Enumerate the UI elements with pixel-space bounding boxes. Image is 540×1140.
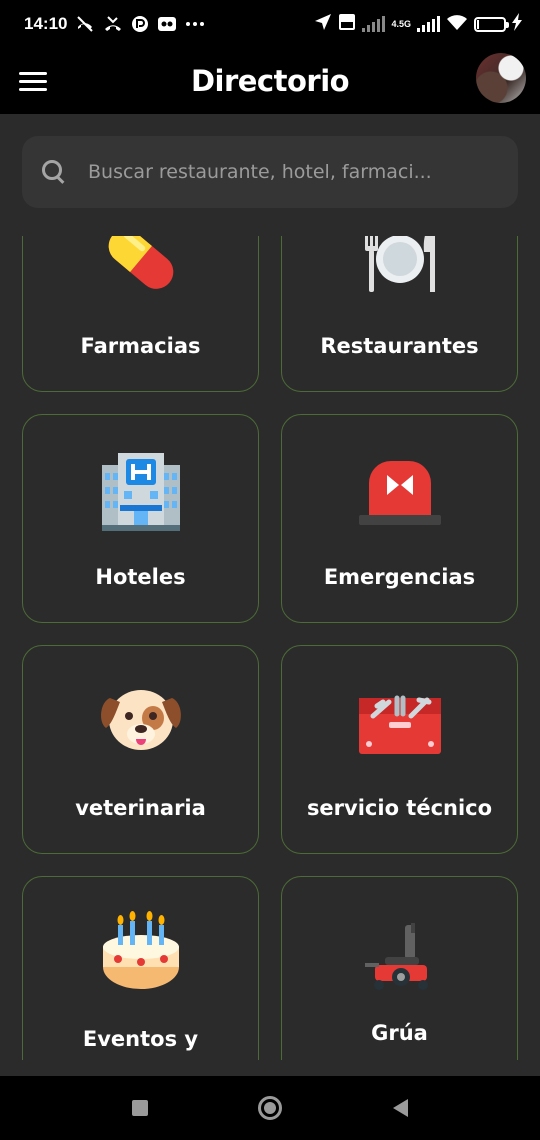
charging-bolt-icon	[512, 13, 522, 35]
category-label: Farmacias	[80, 334, 201, 358]
avatar[interactable]	[476, 53, 526, 103]
category-label: veterinaria	[75, 796, 206, 820]
category-label: Eventos y	[82, 1027, 199, 1051]
category-label: Emergencias	[323, 565, 476, 589]
system-nav-bar	[0, 1076, 540, 1140]
hotel-icon	[96, 445, 186, 535]
app-notification-icon	[131, 15, 149, 33]
page-title: Directorio	[190, 64, 350, 98]
media-icon	[157, 15, 177, 33]
back-button[interactable]	[385, 1093, 415, 1123]
more-notifications-icon	[185, 15, 205, 33]
category-card-veterinaria[interactable]: veterinaria	[22, 645, 259, 854]
status-time: 14:10	[24, 14, 68, 33]
system-status-icons: 4.5G 7	[314, 13, 522, 35]
muted-call-icon	[75, 15, 95, 33]
volte-icon	[338, 13, 356, 35]
category-grid: Farmacias Restaurantes Hoteles Emergenci…	[22, 236, 518, 1060]
home-button[interactable]	[255, 1093, 285, 1123]
toolbox-icon	[355, 676, 445, 766]
category-label: Hoteles	[95, 565, 186, 589]
search-placeholder: Buscar restaurante, hotel, farmaci...	[88, 161, 432, 183]
hamburger-menu-icon[interactable]	[16, 64, 50, 98]
home-circle-icon	[258, 1096, 282, 1120]
notification-icons	[75, 15, 205, 33]
siren-icon	[355, 445, 445, 535]
category-card-servicio-tecnico[interactable]: servicio técnico	[281, 645, 518, 854]
category-card-emergencias[interactable]: Emergencias	[281, 414, 518, 623]
battery-icon: 7	[474, 16, 509, 32]
category-card-grua[interactable]: Grúa	[281, 876, 518, 1060]
motorized-wheelchair-icon	[355, 921, 445, 997]
back-triangle-icon	[392, 1099, 408, 1117]
category-label: Grúa	[371, 1021, 428, 1045]
fork-knife-plate-icon	[355, 236, 445, 304]
signal-sim1-icon	[362, 16, 386, 32]
status-bar: 14:10 4.5G 7	[0, 0, 540, 48]
category-card-hoteles[interactable]: Hoteles	[22, 414, 259, 623]
category-label: servicio técnico	[306, 796, 493, 820]
recents-square-icon	[132, 1100, 148, 1116]
pill-icon	[96, 236, 186, 304]
app-bar: Directorio	[0, 48, 540, 114]
birthday-cake-icon	[96, 907, 186, 997]
category-card-restaurantes[interactable]: Restaurantes	[281, 236, 518, 392]
category-card-farmacias[interactable]: Farmacias	[22, 236, 259, 392]
main-content: Buscar restaurante, hotel, farmaci... Fa…	[0, 114, 540, 1076]
category-grid-viewport[interactable]: Farmacias Restaurantes Hoteles Emergenci…	[0, 236, 540, 1060]
category-card-eventos[interactable]: Eventos y	[22, 876, 259, 1060]
recents-button[interactable]	[125, 1093, 155, 1123]
network-type-label: 4.5G	[391, 18, 411, 29]
missed-call-icon	[103, 15, 123, 33]
wifi-icon	[446, 13, 468, 35]
search-input[interactable]: Buscar restaurante, hotel, farmaci...	[22, 136, 518, 208]
search-icon	[40, 158, 68, 186]
signal-sim2-icon	[417, 16, 440, 32]
category-label: Restaurantes	[320, 334, 479, 358]
dog-face-icon	[96, 676, 186, 766]
location-arrow-icon	[314, 13, 332, 35]
